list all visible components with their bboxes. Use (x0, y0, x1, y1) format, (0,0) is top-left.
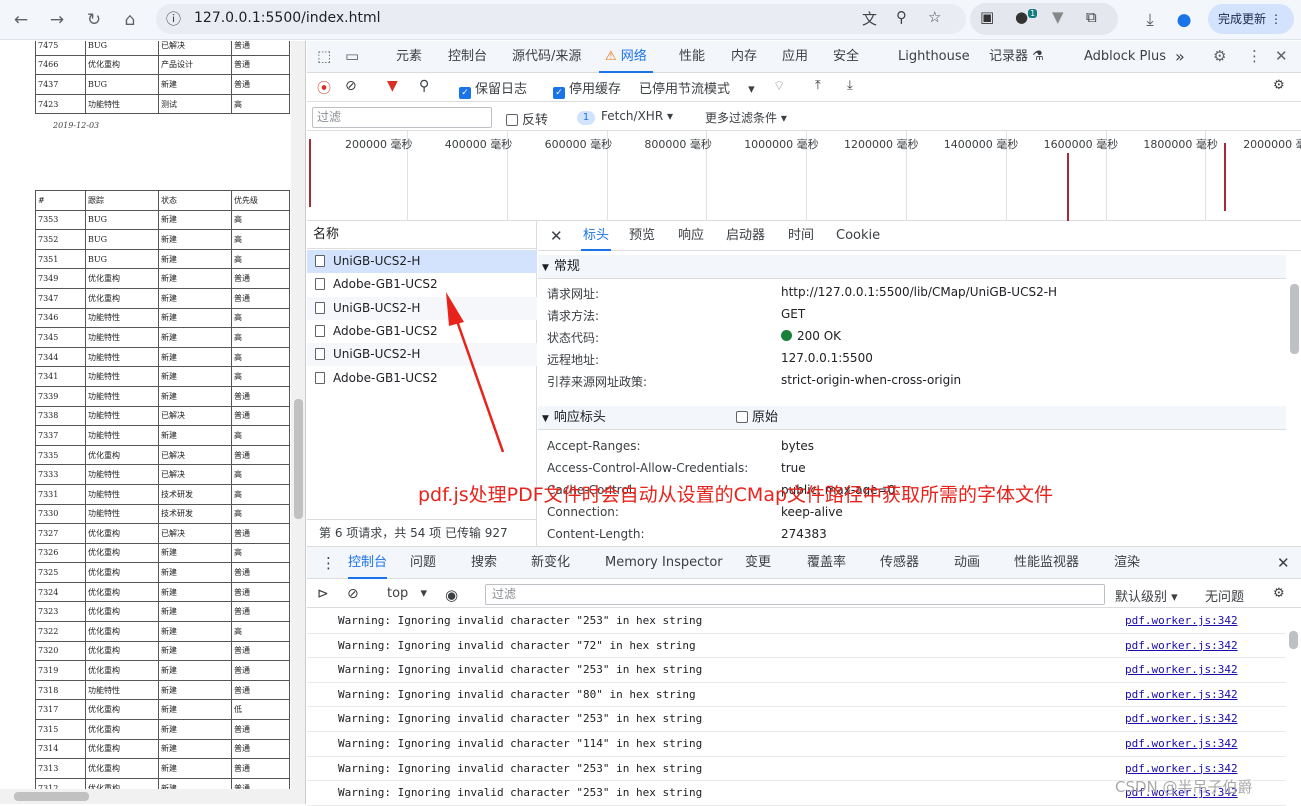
annotation-text: pdf.js处理PDF文件时会自动从设置的CMap文件路径中获取所需的字体文件 (418, 484, 1054, 506)
watermark: CSDN @半吊子伯爵 (1115, 778, 1253, 796)
annotation-arrow (446, 292, 505, 453)
